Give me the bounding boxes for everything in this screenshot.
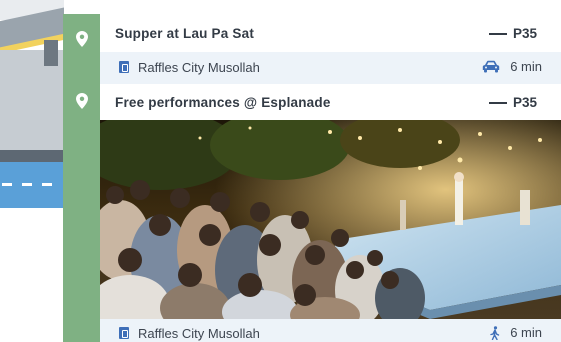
item-location: Raffles City Musollah <box>138 60 260 75</box>
item-title: Free performances @ Esplanade <box>115 95 331 110</box>
travel-duration: 6 min <box>482 59 542 74</box>
building-icon <box>119 61 129 73</box>
event-photo <box>100 120 561 319</box>
itinerary-item-2[interactable]: Free performances @ Esplanade P35 <box>100 84 561 122</box>
itinerary-item-1-location-row[interactable]: Raffles City Musollah 6 min <box>100 52 561 84</box>
item-location: Raffles City Musollah <box>138 326 260 341</box>
illustration-lane-mark <box>42 183 52 186</box>
item-price-value: P35 <box>512 26 537 41</box>
item-price: P35 <box>488 95 537 110</box>
background-illustration <box>0 0 64 342</box>
location-pin-icon <box>76 31 88 47</box>
item-price: P35 <box>488 26 537 41</box>
itinerary-item-2-location-row[interactable]: Raffles City Musollah 6 min <box>100 319 561 342</box>
duration-value: 6 min <box>510 59 542 74</box>
item-price-value: P35 <box>512 95 537 110</box>
illustration-window <box>44 40 58 66</box>
location-pin-icon <box>76 93 88 109</box>
illustration-lane-mark <box>22 183 32 186</box>
illustration-floor <box>0 150 64 162</box>
duration-value: 6 min <box>510 325 542 340</box>
itinerary-item-1[interactable]: Supper at Lau Pa Sat P35 <box>100 14 561 52</box>
price-dash <box>488 101 507 104</box>
car-icon <box>483 60 500 73</box>
travel-duration: 6 min <box>490 325 542 340</box>
walking-person-icon <box>490 325 500 340</box>
itinerary-timeline <box>63 14 100 342</box>
building-icon <box>119 327 129 339</box>
illustration-lane-mark <box>2 183 12 186</box>
item-title: Supper at Lau Pa Sat <box>115 26 255 41</box>
price-dash <box>488 32 507 35</box>
